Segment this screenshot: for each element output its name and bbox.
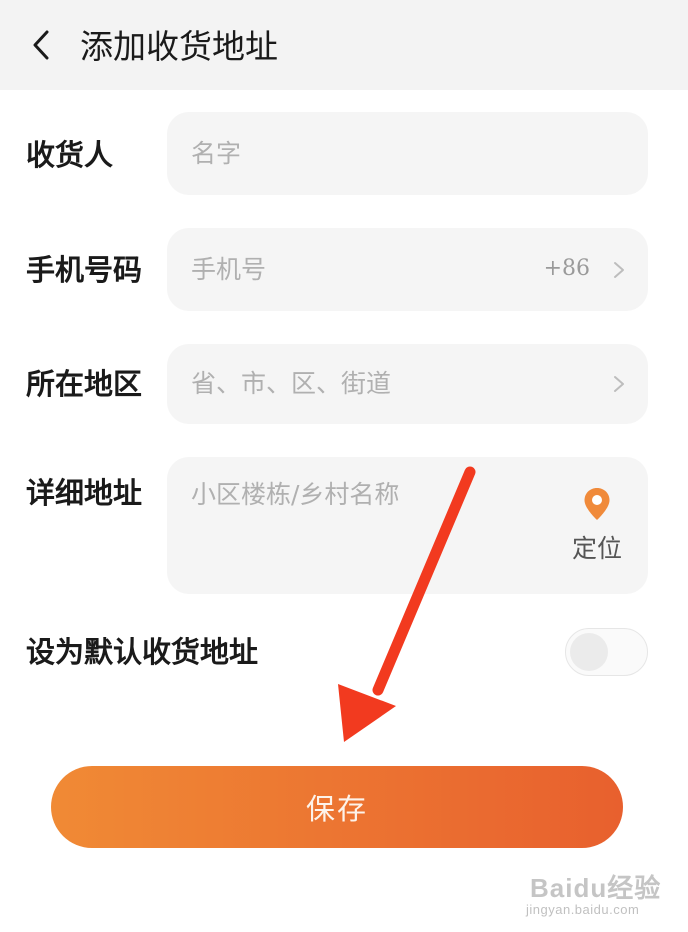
locate-button[interactable]: 定位 bbox=[570, 487, 624, 565]
back-button[interactable] bbox=[26, 28, 56, 62]
chevron-right-icon bbox=[614, 262, 624, 278]
phone-input[interactable]: 手机号 +86 bbox=[167, 228, 648, 311]
chevron-left-icon bbox=[33, 30, 49, 60]
region-label: 所在地区 bbox=[26, 367, 143, 401]
save-button[interactable]: 保存 bbox=[51, 766, 623, 848]
watermark-url: jingyan.baidu.com bbox=[526, 902, 640, 917]
recipient-placeholder: 名字 bbox=[191, 139, 242, 168]
region-placeholder: 省、市、区、街道 bbox=[191, 369, 392, 398]
country-code-selector[interactable]: +86 bbox=[544, 255, 590, 283]
header-bar: 添加收货地址 bbox=[0, 0, 688, 90]
chevron-right-icon bbox=[614, 376, 624, 392]
locate-label: 定位 bbox=[571, 534, 622, 563]
address-placeholder: 小区楼栋/乡村名称 bbox=[191, 480, 400, 509]
phone-label: 手机号码 bbox=[26, 253, 143, 287]
default-address-label: 设为默认收货地址 bbox=[26, 635, 259, 669]
page-title: 添加收货地址 bbox=[80, 27, 278, 66]
default-address-toggle[interactable] bbox=[565, 628, 648, 676]
region-selector[interactable]: 省、市、区、街道 bbox=[167, 344, 648, 424]
recipient-label: 收货人 bbox=[26, 138, 114, 172]
toggle-knob bbox=[570, 633, 608, 671]
watermark-brand: Baidu经验 bbox=[530, 873, 662, 903]
phone-placeholder: 手机号 bbox=[191, 255, 267, 284]
recipient-input[interactable]: 名字 bbox=[167, 112, 648, 195]
baidu-watermark: Baidu经验 jingyan.baidu.com bbox=[526, 856, 676, 920]
add-address-screen: 添加收货地址 收货人 名字 手机号码 手机号 +86 所在地区 省、市、区、街道… bbox=[0, 0, 688, 932]
save-label: 保存 bbox=[305, 792, 368, 826]
location-pin-icon bbox=[584, 488, 610, 520]
address-label: 详细地址 bbox=[26, 476, 143, 510]
address-textarea[interactable]: 小区楼栋/乡村名称 定位 bbox=[167, 457, 648, 594]
